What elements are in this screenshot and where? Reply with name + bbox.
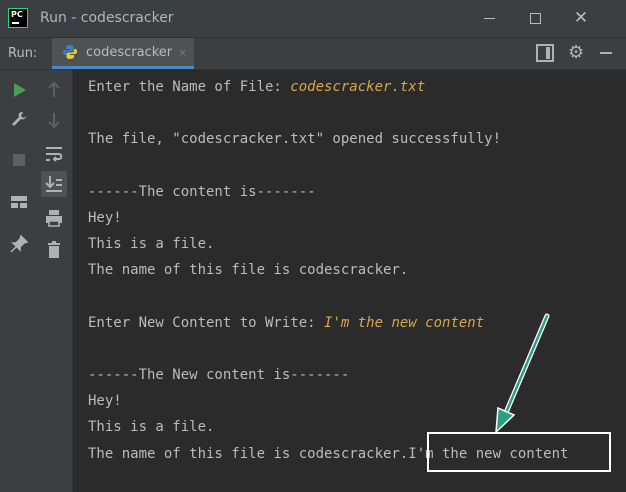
annotation-arrow-icon bbox=[495, 313, 550, 434]
